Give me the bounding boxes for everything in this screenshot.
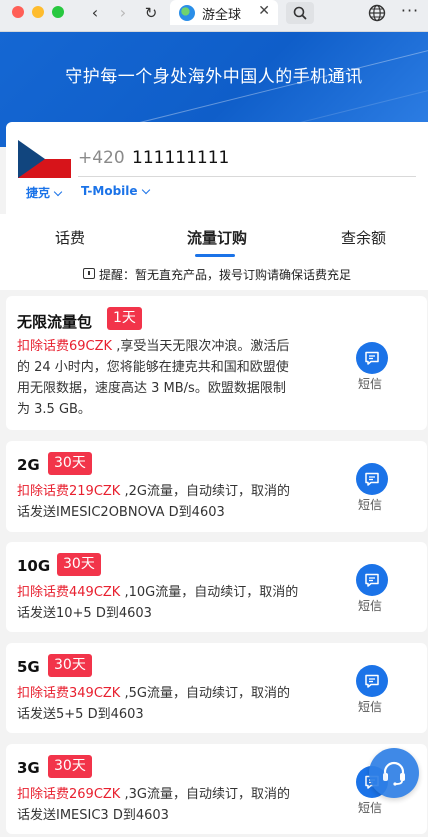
globe-icon — [368, 4, 386, 22]
headset-icon — [383, 761, 405, 786]
price-text: 扣除话费449CZK — [17, 585, 121, 600]
search-button[interactable] — [286, 2, 314, 24]
product-name: 3G — [17, 759, 40, 777]
tab-check-balance[interactable]: 查余额 — [341, 227, 386, 248]
product-card[interactable]: 2G 30天 扣除话费219CZK ,2G流量，自动续订，取消的 话发送IMES… — [6, 441, 427, 532]
price-text: 扣除话费219CZK — [17, 484, 121, 499]
desc-line: 为 3.5 GB。 — [17, 402, 91, 417]
product-card[interactable]: 无限流量包 1天 扣除话费69CZK ,享受当天无限次冲浪。激活后 的 24 小… — [6, 296, 427, 430]
sms-label: 短信 — [358, 377, 383, 391]
active-tab-indicator — [195, 254, 235, 257]
chevron-down-icon — [141, 185, 150, 195]
product-card[interactable]: 5G 30天 扣除话费349CZK ,5G流量，自动续订，取消的 话发送5+5 … — [6, 643, 427, 733]
desc-line: 话发送IMESIC3 D到4603 — [17, 808, 169, 823]
product-description: 扣除话费449CZK ,10G流量，自动续订，取消的 话发送10+5 D到460… — [17, 582, 317, 624]
carrier-label: T-Mobile — [81, 184, 138, 198]
desc-line: ,3G流量，自动续订，取消的 — [120, 787, 290, 802]
window-close-dot[interactable] — [12, 6, 24, 18]
desc-line: 话发送IMESIC2OBNOVA D到4603 — [17, 505, 225, 520]
sms-button[interactable] — [356, 463, 388, 495]
price-text: 扣除话费269CZK — [17, 787, 121, 802]
duration-badge: 30天 — [48, 654, 92, 677]
notice-bar: 提醒：暂无直充产品，拨号订购请确保话费充足 — [0, 260, 428, 290]
notice-icon — [83, 268, 95, 279]
more-menu-icon[interactable]: ··· — [398, 2, 422, 24]
browser-tab[interactable]: 游全球 ✕ — [170, 0, 278, 25]
desc-line: ,享受当天无限次冲浪。激活后 — [112, 339, 290, 354]
message-icon — [365, 351, 379, 365]
banner-title: 守护每一个身处海外中国人的手机通讯 — [65, 67, 363, 87]
carrier-dropdown[interactable]: T-Mobile — [81, 184, 150, 198]
chevron-down-icon — [53, 187, 63, 197]
tab-bar: 话费 流量订购 查余额 — [0, 214, 428, 260]
desc-line: 用无限数据，速度高达 3 MB/s。欧盟数据限制 — [17, 381, 286, 396]
search-icon — [293, 6, 307, 20]
price-text: 扣除话费349CZK — [17, 686, 121, 701]
desc-line: 话发送10+5 D到4603 — [17, 606, 152, 621]
tab-title: 游全球 — [202, 8, 242, 23]
duration-badge: 30天 — [57, 553, 101, 576]
product-name: 5G — [17, 658, 40, 676]
product-name: 10G — [17, 557, 51, 575]
message-icon — [365, 573, 379, 587]
duration-badge: 30天 — [48, 755, 92, 778]
forward-icon[interactable]: › — [110, 2, 136, 24]
product-description: 扣除话费69CZK ,享受当天无限次冲浪。激活后 的 24 小时内，您将能够在捷… — [17, 336, 317, 420]
tab-data-order[interactable]: 流量订购 — [187, 227, 247, 248]
customer-service-button[interactable] — [369, 748, 419, 798]
language-button[interactable] — [366, 2, 388, 24]
browser-toolbar: ‹ › ↻ 游全球 ✕ ··· — [0, 0, 428, 32]
sms-button[interactable] — [356, 665, 388, 697]
sms-label: 短信 — [358, 801, 383, 815]
message-icon — [365, 674, 379, 688]
country-dropdown[interactable]: 捷克 — [26, 184, 63, 201]
notice-text: 提醒：暂无直充产品，拨号订购请确保话费充足 — [99, 268, 352, 282]
duration-badge: 30天 — [48, 452, 92, 475]
desc-line: ,2G流量，自动续订，取消的 — [120, 484, 290, 499]
product-name: 无限流量包 — [17, 313, 93, 331]
sms-label: 短信 — [358, 498, 383, 512]
back-icon[interactable]: ‹ — [82, 2, 108, 24]
phone-input-card: +420 111111111 捷克 T-Mobile — [6, 122, 428, 214]
product-description: 扣除话费219CZK ,2G流量，自动续订，取消的 话发送IMESIC2OBNO… — [17, 481, 317, 523]
window-zoom-dot[interactable] — [52, 6, 64, 18]
czech-flag-icon — [18, 140, 71, 178]
tab-topup[interactable]: 话费 — [55, 227, 85, 248]
product-card[interactable]: 3G 30天 扣除话费269CZK ,3G流量，自动续订，取消的 话发送IMES… — [6, 744, 427, 834]
phone-number-input[interactable]: 111111111 — [132, 148, 229, 168]
window-minimize-dot[interactable] — [32, 6, 44, 18]
message-icon — [365, 472, 379, 486]
product-description: 扣除话费269CZK ,3G流量，自动续订，取消的 话发送IMESIC3 D到4… — [17, 784, 317, 826]
site-favicon-icon — [179, 5, 195, 21]
desc-line: 的 24 小时内，您将能够在捷克共和国和欧盟使 — [17, 360, 289, 375]
reload-icon[interactable]: ↻ — [138, 2, 164, 24]
product-name: 2G — [17, 456, 40, 474]
product-description: 扣除话费349CZK ,5G流量，自动续订，取消的 话发送5+5 D到4603 — [17, 683, 317, 725]
duration-badge: 1天 — [107, 307, 142, 330]
product-card[interactable]: 10G 30天 扣除话费449CZK ,10G流量，自动续订，取消的 话发送10… — [6, 542, 427, 632]
input-underline — [78, 176, 416, 177]
sms-label: 短信 — [358, 599, 383, 613]
sms-button[interactable] — [356, 342, 388, 374]
desc-line: ,10G流量，自动续订，取消的 — [120, 585, 299, 600]
desc-line: 话发送5+5 D到4603 — [17, 707, 144, 722]
desc-line: ,5G流量，自动续订，取消的 — [120, 686, 290, 701]
sms-button[interactable] — [356, 564, 388, 596]
sms-label: 短信 — [358, 700, 383, 714]
price-text: 扣除话费69CZK — [17, 339, 113, 354]
country-code: +420 — [78, 148, 125, 168]
tab-close-icon[interactable]: ✕ — [258, 3, 270, 19]
country-label: 捷克 — [26, 186, 51, 200]
